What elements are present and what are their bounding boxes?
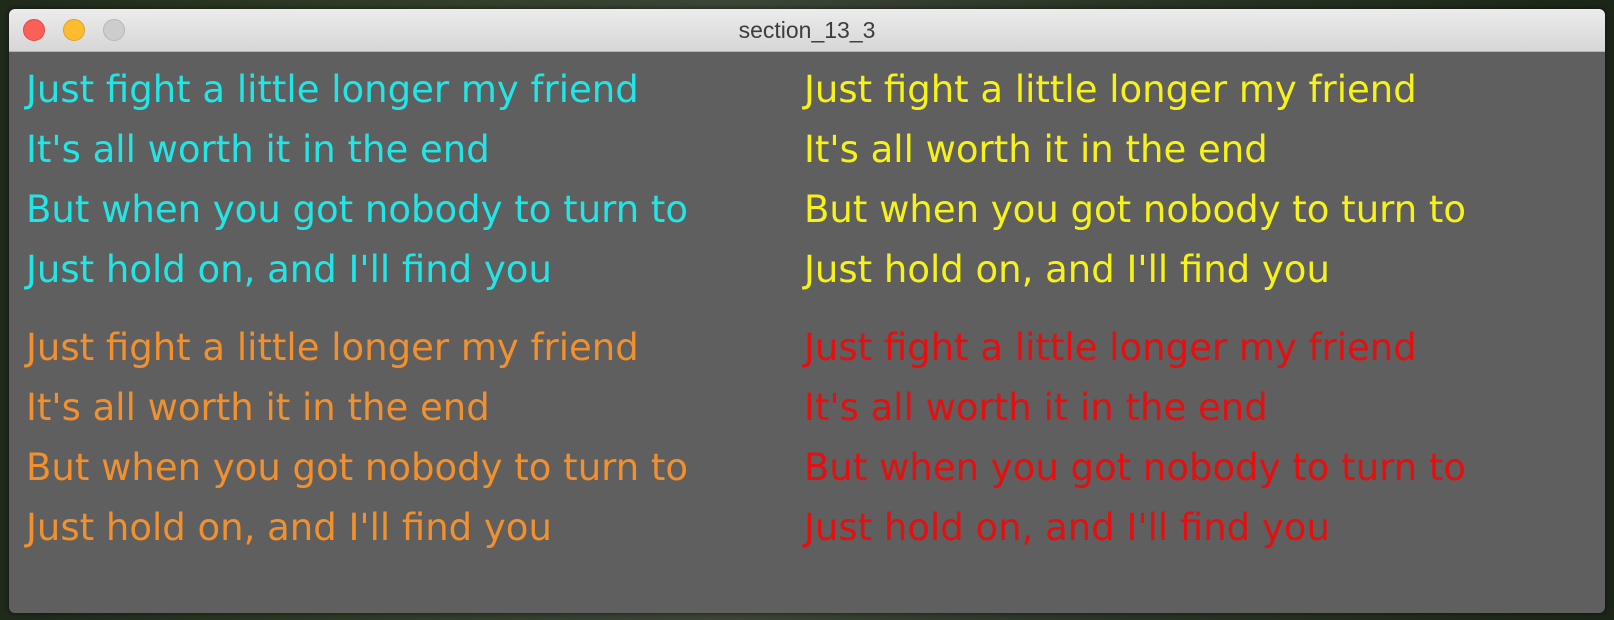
lyric-line: Just fight a little longer my friend — [26, 326, 639, 369]
lyric-line: But when you got nobody to turn to — [26, 446, 689, 489]
lyric-line: Just fight a little longer my friend — [26, 68, 639, 111]
lyric-line: It's all worth it in the end — [26, 128, 490, 171]
lyric-line: Just hold on, and I'll find you — [26, 506, 552, 549]
lyric-line: It's all worth it in the end — [804, 386, 1268, 429]
app-window: section_13_3 Just fight a little longer … — [9, 9, 1605, 613]
lyric-line: But when you got nobody to turn to — [804, 188, 1467, 231]
lyric-line: Just hold on, and I'll find you — [804, 248, 1330, 291]
lyric-line: It's all worth it in the end — [26, 386, 490, 429]
lyrics-block-orange: Just fight a little longer my friend It'… — [26, 318, 796, 558]
lyric-line: But when you got nobody to turn to — [804, 446, 1467, 489]
title-bar[interactable]: section_13_3 — [9, 9, 1605, 52]
lyric-line: Just hold on, and I'll find you — [26, 248, 552, 291]
canvas-area: Just fight a little longer my friend It'… — [9, 52, 1605, 613]
lyric-line: Just fight a little longer my friend — [804, 326, 1417, 369]
lyric-line: Just fight a little longer my friend — [804, 68, 1417, 111]
lyric-line: It's all worth it in the end — [804, 128, 1268, 171]
lyrics-block-yellow: Just fight a little longer my friend It'… — [804, 60, 1574, 300]
lyrics-block-cyan: Just fight a little longer my friend It'… — [26, 60, 796, 300]
lyric-line: But when you got nobody to turn to — [26, 188, 689, 231]
window-title: section_13_3 — [738, 17, 876, 43]
lyrics-block-red: Just fight a little longer my friend It'… — [804, 318, 1574, 558]
lyric-line: Just hold on, and I'll find you — [804, 506, 1330, 549]
